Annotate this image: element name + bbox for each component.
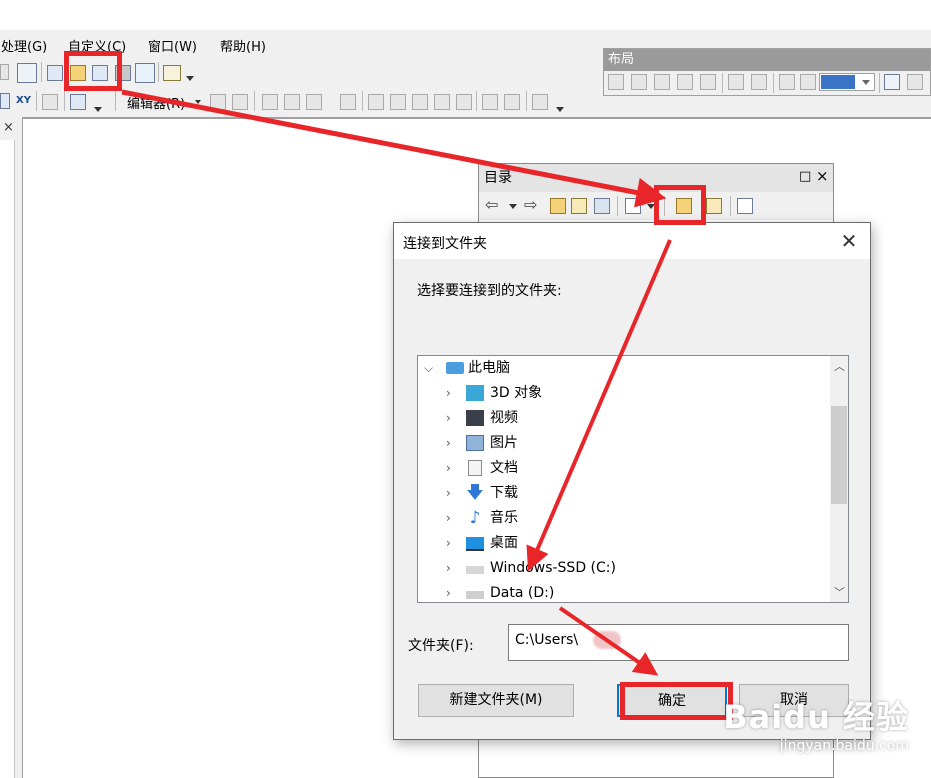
arrow-to-connect-folder (121, 89, 667, 208)
baidu-watermark: Baidu 经验 jingyan.baidu.com (723, 692, 909, 754)
arrow-to-windows-ssd (526, 239, 672, 572)
watermark-main: Baidu 经验 (723, 698, 909, 736)
arrow-to-ok-button (558, 606, 659, 676)
annotation-arrows (121, 89, 672, 676)
watermark-url: jingyan.baidu.com (779, 738, 909, 754)
